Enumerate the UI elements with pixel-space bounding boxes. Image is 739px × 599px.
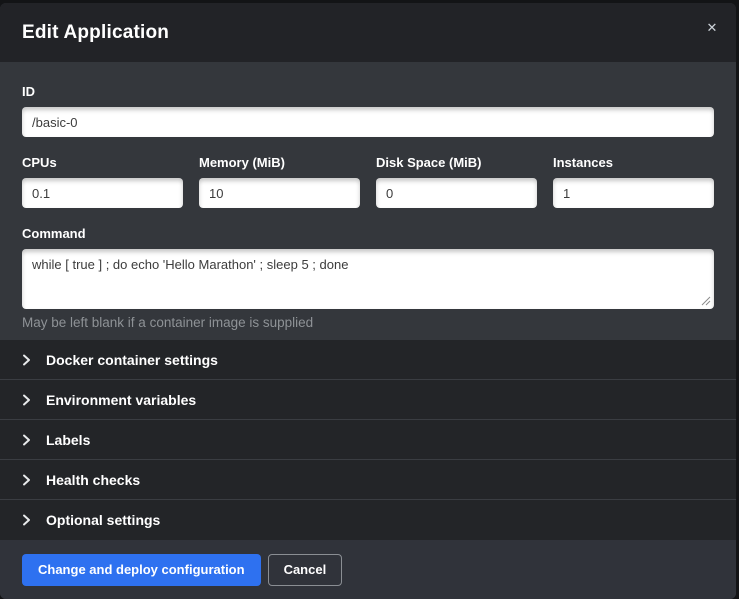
chevron-right-icon xyxy=(22,513,31,527)
close-icon[interactable]: ✕ xyxy=(703,19,721,37)
id-input[interactable] xyxy=(22,107,714,137)
section-label: Health checks xyxy=(46,472,140,488)
command-label: Command xyxy=(22,226,714,241)
instances-label: Instances xyxy=(553,155,714,170)
resources-row: CPUs Memory (MiB) Disk Space (MiB) Insta… xyxy=(22,155,714,208)
field-id: ID xyxy=(22,84,714,137)
application-form: ID CPUs Memory (MiB) Disk Space (MiB) In… xyxy=(0,62,736,340)
section-health-checks[interactable]: Health checks xyxy=(0,460,736,500)
command-help-text: May be left blank if a container image i… xyxy=(22,315,714,330)
section-environment-variables[interactable]: Environment variables xyxy=(0,380,736,420)
collapsible-sections: Docker container settings Environment va… xyxy=(0,340,736,540)
memory-input[interactable] xyxy=(199,178,360,208)
field-command: Command while [ true ] ; do echo 'Hello … xyxy=(22,226,714,330)
field-disk: Disk Space (MiB) xyxy=(376,155,537,208)
modal-footer: Change and deploy configuration Cancel xyxy=(0,540,736,599)
page-title: Edit Application xyxy=(22,22,169,44)
disk-label: Disk Space (MiB) xyxy=(376,155,537,170)
section-label: Environment variables xyxy=(46,392,196,408)
chevron-right-icon xyxy=(22,353,31,367)
cancel-button[interactable]: Cancel xyxy=(268,554,343,586)
section-label: Docker container settings xyxy=(46,352,218,368)
disk-input[interactable] xyxy=(376,178,537,208)
section-labels[interactable]: Labels xyxy=(0,420,736,460)
section-label: Optional settings xyxy=(46,512,160,528)
field-cpus: CPUs xyxy=(22,155,183,208)
cpus-input[interactable] xyxy=(22,178,183,208)
section-optional-settings[interactable]: Optional settings xyxy=(0,500,736,540)
edit-application-modal: Edit Application ✕ ID CPUs Memory (MiB) … xyxy=(0,3,736,599)
command-textarea[interactable]: while [ true ] ; do echo 'Hello Marathon… xyxy=(22,249,714,309)
chevron-right-icon xyxy=(22,393,31,407)
instances-input[interactable] xyxy=(553,178,714,208)
cpus-label: CPUs xyxy=(22,155,183,170)
memory-label: Memory (MiB) xyxy=(199,155,360,170)
section-label: Labels xyxy=(46,432,90,448)
section-docker-container-settings[interactable]: Docker container settings xyxy=(0,340,736,380)
modal-header: Edit Application ✕ xyxy=(0,3,736,62)
change-and-deploy-button[interactable]: Change and deploy configuration xyxy=(22,554,261,586)
id-label: ID xyxy=(22,84,714,99)
field-instances: Instances xyxy=(553,155,714,208)
chevron-right-icon xyxy=(22,433,31,447)
chevron-right-icon xyxy=(22,473,31,487)
field-memory: Memory (MiB) xyxy=(199,155,360,208)
